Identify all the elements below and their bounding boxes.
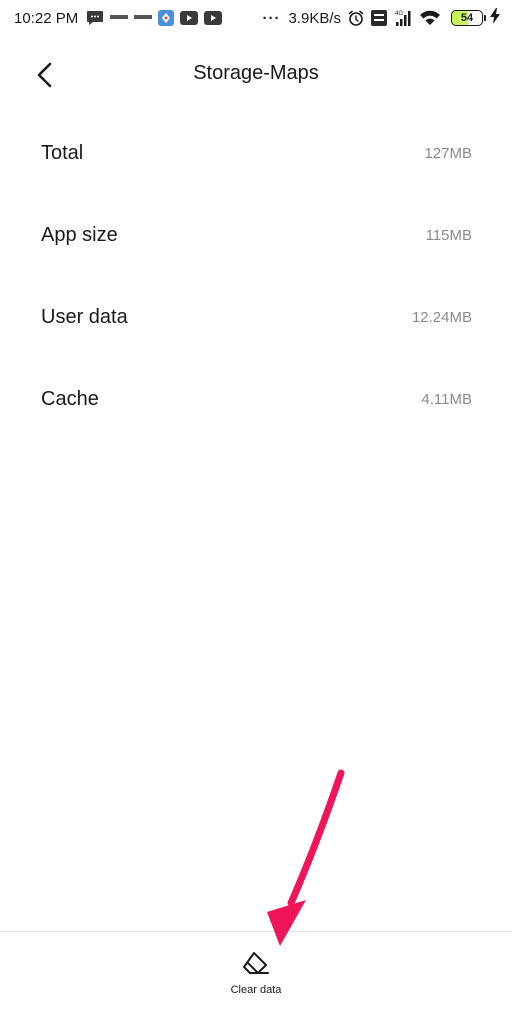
signal-type-label: 4G <box>395 11 403 17</box>
app-icon <box>158 10 175 26</box>
battery-icon: 54 <box>451 10 486 26</box>
status-left: 10:22 PM <box>14 10 228 27</box>
screen: 10:22 PM ··· 3.9KB/s 4G 54 Storage-Maps … <box>0 0 512 1024</box>
more-notifications-indicator: ··· <box>262 9 281 27</box>
storage-list: Total 127MB App size 115MB User data 12.… <box>0 112 512 440</box>
storage-row-user-data: User data 12.24MB <box>0 276 512 358</box>
volte-icon <box>371 10 387 26</box>
battery-level: 54 <box>451 10 483 26</box>
status-bar: 10:22 PM ··· 3.9KB/s 4G 54 <box>0 0 512 36</box>
wifi-icon <box>419 10 441 26</box>
bottom-divider <box>0 931 512 932</box>
youtube-icon <box>180 11 199 25</box>
storage-row-label: Total <box>41 141 84 164</box>
annotation-arrow-head <box>267 900 306 946</box>
page-title: Storage-Maps <box>193 62 319 84</box>
network-speed: 3.9KB/s <box>288 9 341 27</box>
storage-row-label: User data <box>41 305 128 328</box>
alarm-icon <box>347 9 365 27</box>
storage-row-label: Cache <box>41 387 99 410</box>
battery-tip <box>484 15 486 21</box>
charging-icon <box>490 8 500 28</box>
youtube-icon <box>204 11 223 25</box>
storage-row-value: 4.11MB <box>421 390 472 408</box>
storage-row-app-size: App size 115MB <box>0 194 512 276</box>
signal-icon: 4G <box>393 9 413 27</box>
storage-row-value: 115MB <box>425 226 472 244</box>
clear-data-label: Clear data <box>230 984 282 996</box>
ndtv-icon <box>134 13 153 23</box>
storage-row-value: 12.24MB <box>411 308 472 326</box>
status-right: ··· 3.9KB/s 4G 54 <box>262 8 500 28</box>
eraser-icon <box>243 952 269 974</box>
storage-row-value: 127MB <box>424 144 472 162</box>
storage-row-cache: Cache 4.11MB <box>0 358 512 440</box>
message-icon <box>86 10 104 26</box>
storage-row-total: Total 127MB <box>0 112 512 194</box>
status-time: 10:22 PM <box>14 9 79 27</box>
storage-row-label: App size <box>41 223 118 246</box>
ndtv-icon <box>110 13 129 23</box>
clear-data-button[interactable]: Clear data <box>206 950 306 1008</box>
header: Storage-Maps <box>0 52 512 96</box>
